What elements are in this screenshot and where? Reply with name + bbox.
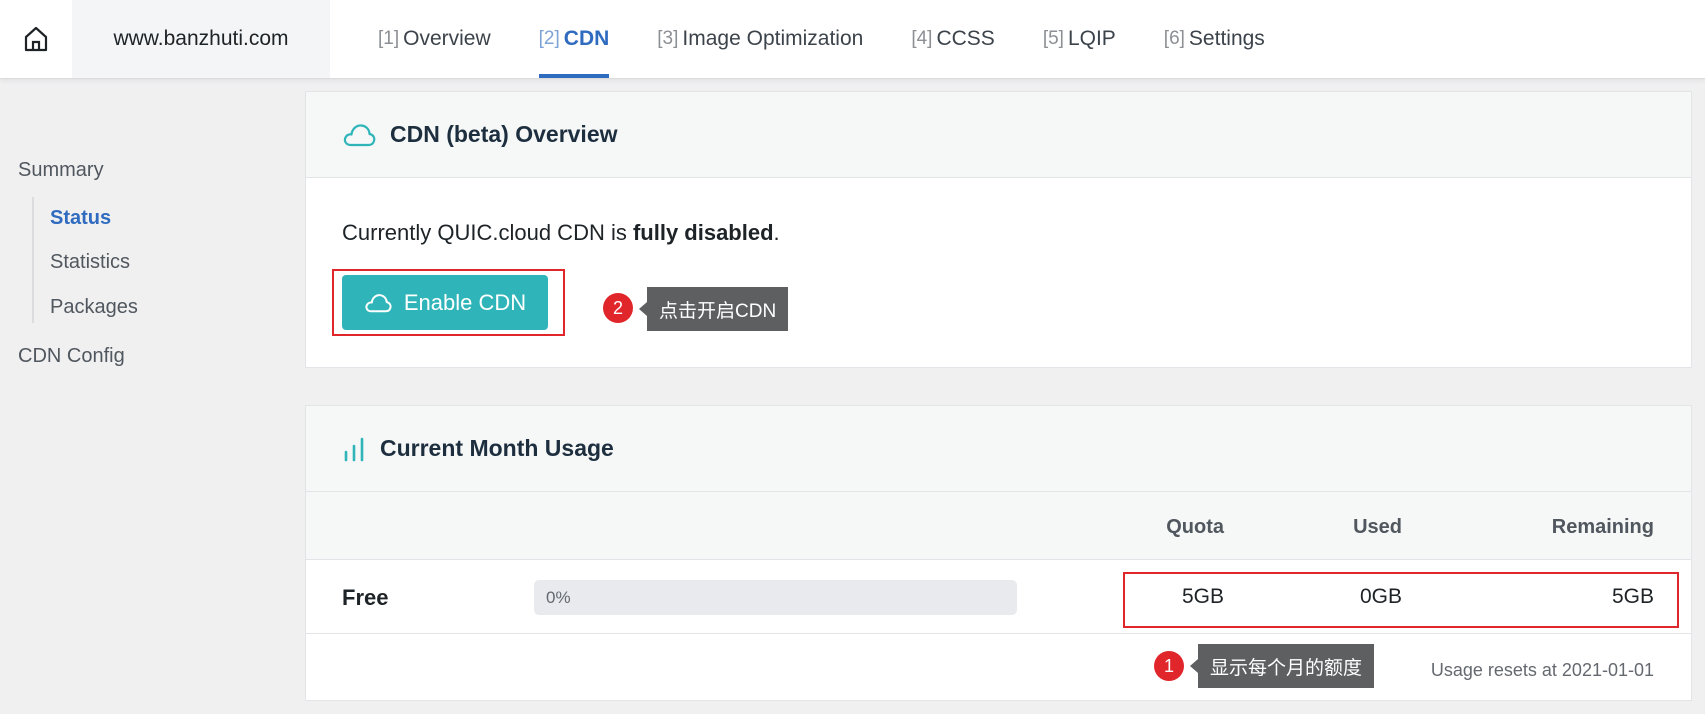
status-suffix: . xyxy=(773,220,780,245)
annotation-tooltip: 点击开启CDN xyxy=(638,287,789,331)
cdn-overview-panel: CDN (beta) Overview Currently QUIC.cloud… xyxy=(305,91,1692,368)
annotation-badge: 1 xyxy=(1154,651,1184,681)
tab-label: LQIP xyxy=(1067,27,1116,50)
site-domain: www.banzhuti.com xyxy=(72,0,330,78)
sidebar-cdn-config[interactable]: CDN Config xyxy=(18,345,125,368)
usage-reset-text: Usage resets at 2021-01-01 xyxy=(1430,660,1654,680)
tab-label: Overview xyxy=(403,27,491,50)
tab-overview[interactable]: [1] Overview xyxy=(378,0,491,78)
tab-lqip[interactable]: [5] LQIP xyxy=(1043,0,1116,78)
highlight-box xyxy=(1123,572,1679,628)
annotation-badge: 2 xyxy=(603,293,633,323)
column-used: Used xyxy=(1353,516,1402,538)
tab-label: Image Optimization xyxy=(682,27,864,50)
sidebar-item-packages[interactable]: Packages xyxy=(50,296,138,319)
panel-header: Current Month Usage xyxy=(306,406,1691,492)
tab-ccss[interactable]: [4] CCSS xyxy=(911,0,994,78)
cloud-icon xyxy=(365,293,392,312)
sidebar-summary-group: Status Statistics Packages xyxy=(32,197,138,323)
main-tabs: [1] Overview [2] CDN [3] Image Optimizat… xyxy=(378,0,1313,78)
sidebar-item-status[interactable]: Status xyxy=(50,207,111,230)
top-nav: www.banzhuti.com [1] Overview [2] CDN [3… xyxy=(0,0,1705,79)
sidebar-summary[interactable]: Summary xyxy=(18,159,104,182)
panel-title: Current Month Usage xyxy=(380,435,614,461)
panel-header: CDN (beta) Overview xyxy=(306,92,1691,178)
column-remaining: Remaining xyxy=(1551,516,1654,538)
panel-title: CDN (beta) Overview xyxy=(390,121,618,147)
usage-progress-bar: 0% xyxy=(534,580,1017,615)
usage-progress-label: 0% xyxy=(546,588,571,607)
tab-number: [3] xyxy=(657,28,679,49)
plan-name: Free xyxy=(342,585,389,610)
enable-cdn-button[interactable]: Enable CDN xyxy=(342,275,548,330)
tab-label: CCSS xyxy=(936,27,995,50)
tab-label: Settings xyxy=(1188,27,1265,50)
tab-label: CDN xyxy=(563,27,610,50)
bar-chart-icon xyxy=(344,437,364,461)
enable-cdn-label: Enable CDN xyxy=(403,289,527,315)
home-icon xyxy=(24,26,48,52)
usage-table-header: Quota Used Remaining xyxy=(306,492,1691,560)
status-prefix: Currently QUIC.cloud CDN is xyxy=(342,220,633,245)
tab-number: [4] xyxy=(911,28,933,49)
home-button[interactable] xyxy=(0,0,72,78)
tab-number: [5] xyxy=(1042,28,1064,49)
tab-number: [2] xyxy=(538,28,560,49)
column-quota: Quota xyxy=(1166,516,1224,538)
status-value: fully disabled xyxy=(632,220,774,245)
tab-cdn[interactable]: [2] CDN xyxy=(538,0,610,78)
usage-panel: Current Month Usage Quota Used Remaining… xyxy=(305,405,1692,701)
sidebar-item-statistics[interactable]: Statistics xyxy=(50,251,130,274)
cloud-icon xyxy=(343,123,376,146)
tab-number: [1] xyxy=(378,28,400,49)
annotation-tooltip: 显示每个月的额度 xyxy=(1189,644,1375,688)
cdn-status-text: Currently QUIC.cloud CDN is fully disabl… xyxy=(342,220,780,246)
tab-image-optimization[interactable]: [3] Image Optimization xyxy=(657,0,863,78)
tab-settings[interactable]: [6] Settings xyxy=(1164,0,1265,78)
tab-number: [6] xyxy=(1163,28,1185,49)
